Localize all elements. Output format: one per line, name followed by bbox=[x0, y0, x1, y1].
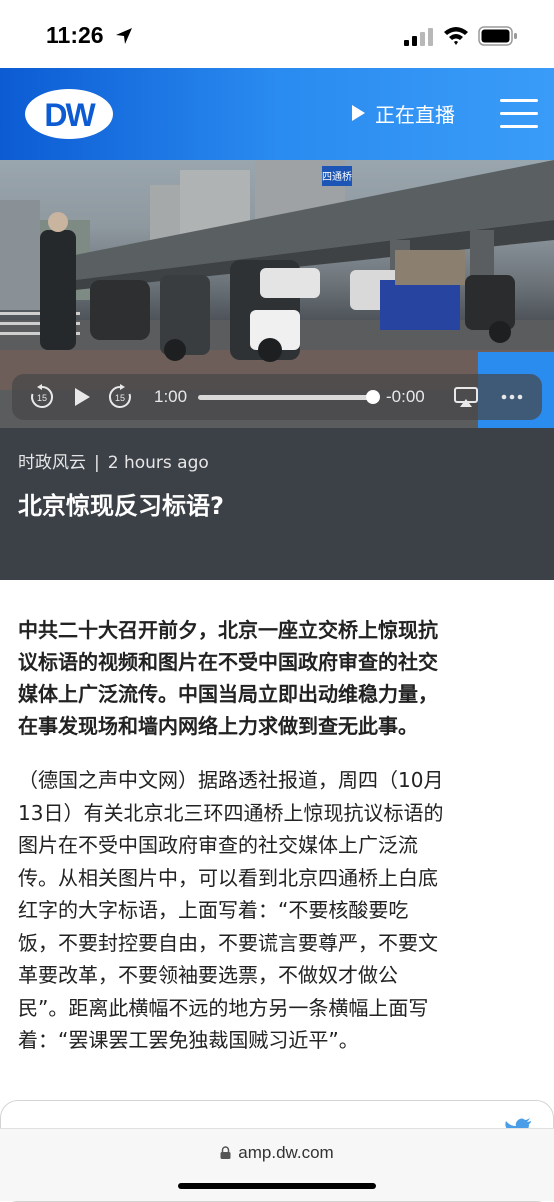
article-header: 时政风云 | 2 hours ago 北京惊现反习标语? bbox=[0, 428, 554, 580]
address-bar[interactable]: amp.dw.com bbox=[0, 1143, 554, 1163]
location-arrow-icon bbox=[116, 28, 132, 44]
skip-back-label: 15 bbox=[37, 393, 47, 403]
status-bar: 11:26 bbox=[0, 0, 554, 68]
play-icon bbox=[352, 105, 365, 121]
wifi-icon bbox=[444, 27, 468, 45]
body-line: 饭，不要封控要自由，不要谎言要尊严，不要文 bbox=[18, 930, 438, 955]
body-line: 图片在不受中国政府审查的社交媒体上广泛流 bbox=[18, 833, 418, 857]
live-button[interactable]: 正在直播 bbox=[352, 98, 455, 128]
battery-icon bbox=[478, 26, 517, 46]
play-icon[interactable] bbox=[68, 383, 96, 411]
article-title: 北京惊现反习标语? bbox=[18, 492, 224, 520]
video-controls: 15 15 1:00 -0:00 bbox=[12, 374, 542, 420]
airplay-icon[interactable] bbox=[452, 383, 480, 411]
hamburger-menu-icon[interactable] bbox=[500, 99, 538, 129]
article-time: 2 hours ago bbox=[107, 453, 209, 473]
more-options-icon[interactable] bbox=[498, 383, 526, 411]
skip-back-15-icon[interactable]: 15 bbox=[28, 383, 56, 411]
lead-line: 媒体上广泛流传。中国当局立即出动维稳力量， bbox=[18, 682, 438, 706]
home-indicator[interactable] bbox=[178, 1183, 376, 1189]
skip-forward-15-icon[interactable]: 15 bbox=[106, 383, 134, 411]
lead-line: 议标语的视频和图片在不受中国政府审查的社交 bbox=[18, 650, 438, 674]
body-line: 革要改革，不要领袖要选票，不做奴才做公 bbox=[18, 963, 398, 987]
article-body: （德国之声中文网）据路透社报道，周四（10月 13日）有关北京北三环四通桥上惊现… bbox=[18, 764, 538, 1057]
progress-track[interactable] bbox=[198, 395, 372, 400]
body-line: 民”。距离此横幅不远的地方另一条横幅上面写 bbox=[18, 995, 429, 1020]
body-line: 着：“罢课罢工罢免独裁国贼习近平”。 bbox=[18, 1028, 359, 1052]
lead-line: 在事发现场和墙内网络上力求做到查无此事。 bbox=[18, 714, 418, 738]
meta-separator: | bbox=[94, 453, 100, 473]
body-line: 13日）有关北京北三环四通桥上惊现抗议标语的 bbox=[18, 800, 444, 825]
body-line: （德国之声中文网）据路透社报道，周四（10月 bbox=[18, 768, 444, 792]
url-text: amp.dw.com bbox=[238, 1143, 334, 1162]
article-meta: 时政风云 | 2 hours ago bbox=[18, 448, 209, 473]
site-header: DW 正在直播 bbox=[0, 68, 554, 160]
body-line: 红字的大字标语，上面写着：“不要核酸要吃 bbox=[18, 898, 409, 922]
lock-icon bbox=[220, 1146, 231, 1159]
dw-logo[interactable]: DW bbox=[24, 88, 114, 140]
live-label: 正在直播 bbox=[375, 102, 455, 127]
article-category[interactable]: 时政风云 bbox=[18, 453, 86, 473]
browser-bottom-bar: amp.dw.com bbox=[0, 1128, 554, 1201]
remaining-time: -0:00 bbox=[386, 387, 425, 406]
body-line: 传。从相关图片中，可以看到北京四通桥上白底 bbox=[18, 865, 438, 890]
cellular-signal-icon bbox=[404, 28, 433, 46]
elapsed-time: 1:00 bbox=[154, 387, 188, 406]
skip-forward-label: 15 bbox=[115, 393, 125, 403]
article-lead: 中共二十大召开前夕，北京一座立交桥上惊现抗 议标语的视频和图片在不受中国政府审查… bbox=[18, 614, 538, 742]
status-time: 11:26 bbox=[46, 22, 104, 48]
bridge-sign-text: 四通桥 bbox=[322, 171, 352, 183]
lead-line: 中共二十大召开前夕，北京一座立交桥上惊现抗 bbox=[18, 618, 438, 642]
dw-logo-text: DW bbox=[44, 97, 96, 133]
progress-knob[interactable] bbox=[366, 390, 380, 404]
